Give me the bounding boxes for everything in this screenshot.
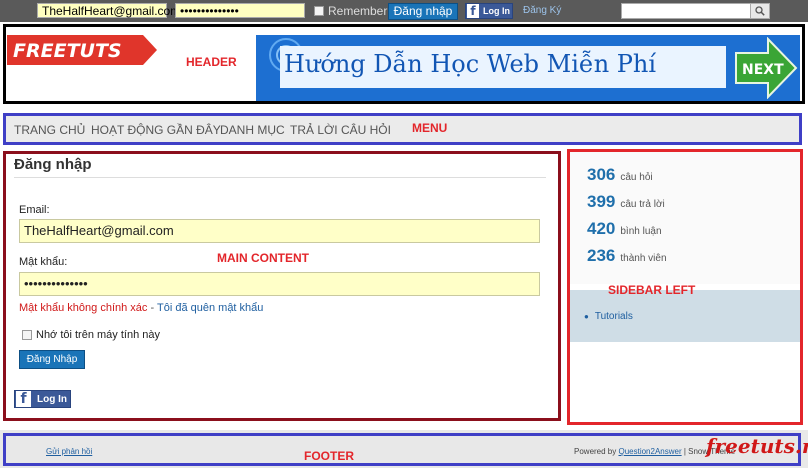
password-field[interactable]: ••••••••••••••	[19, 272, 540, 296]
header-annotation: HEADER	[186, 55, 237, 69]
stat-answers: 399 câu trả lời	[587, 192, 665, 212]
logo-text: FREETUTS	[13, 40, 122, 62]
next-arrow-icon[interactable]: NEXT	[734, 36, 798, 100]
stat-number: 236	[587, 246, 616, 265]
email-field[interactable]: TheHalfHeart@gmail.com	[19, 219, 540, 243]
q2a-link[interactable]: Question2Answer	[618, 447, 681, 456]
sidebar-annotation: SIDEBAR LEFT	[608, 283, 696, 297]
menu-annotation: MENU	[412, 121, 448, 135]
bullet-icon: ●	[584, 312, 589, 321]
topbar-facebook-login-button[interactable]: f Log In	[465, 3, 513, 19]
error-separator: -	[147, 302, 157, 314]
topbar-remember-checkbox[interactable]: Remember	[314, 4, 387, 18]
feedback-link[interactable]: Gửi phản hồi	[46, 447, 92, 456]
powered-prefix: Powered by	[574, 447, 619, 456]
stat-label: câu hỏi	[620, 172, 653, 183]
topbar-register-link[interactable]: Đăng Ký	[523, 5, 561, 16]
next-label: NEXT	[742, 62, 784, 78]
login-submit-button[interactable]: Đăng Nhập	[19, 350, 85, 369]
footer-annotation: FOOTER	[304, 449, 354, 463]
stat-label: bình luận	[620, 226, 662, 237]
search-input[interactable]	[621, 3, 751, 19]
topbar-email-input[interactable]: TheHalfHeart@gmail.com	[37, 3, 180, 18]
page-title: Đăng nhập	[14, 156, 92, 173]
category-item-tutorials[interactable]: ● Tutorials	[584, 311, 633, 322]
checkbox-icon[interactable]	[314, 6, 324, 16]
menu-item-home[interactable]: TRANG CHỦ	[14, 123, 85, 137]
facebook-icon: f	[16, 391, 31, 407]
menu-item-recent-activity[interactable]: HOẠT ĐỘNG GẦN ĐÂY	[91, 123, 221, 137]
remember-me-label: Nhớ tôi trên máy tính này	[36, 329, 160, 341]
stat-label: thành viên	[620, 253, 667, 264]
logo-graphic: FREETUTS	[7, 35, 157, 65]
category-link[interactable]: Tutorials	[595, 311, 633, 322]
stat-members: 236 thành viên	[587, 246, 667, 266]
stat-number: 420	[587, 219, 616, 238]
topbar-login-button[interactable]: Đăng nhập	[388, 3, 458, 20]
fb-login-label: Log In	[37, 393, 67, 405]
stat-number: 306	[587, 165, 616, 184]
main-content-annotation: MAIN CONTENT	[217, 251, 309, 265]
site-logo[interactable]: FREETUTS	[7, 35, 157, 65]
facebook-login-button[interactable]: f Log In	[14, 390, 71, 408]
facebook-icon: f	[467, 4, 479, 18]
forgot-password-link[interactable]: Tôi đã quên mật khẩu	[157, 302, 263, 314]
error-text: Mật khẩu không chính xác	[19, 302, 148, 314]
login-error-message: Mật khẩu không chính xác - Tôi đã quên m…	[19, 302, 263, 314]
topbar-fb-label: Log In	[483, 6, 510, 16]
title-divider	[14, 177, 546, 178]
stat-label: câu trả lời	[620, 199, 665, 210]
remember-me-checkbox[interactable]: Nhớ tôi trên máy tính này	[22, 329, 160, 341]
menu-item-categories[interactable]: DANH MỤC	[220, 123, 285, 137]
watermark: freetuts.net	[706, 434, 808, 458]
stat-questions: 306 câu hỏi	[587, 165, 653, 185]
banner-headline: Hướng Dẫn Học Web Miễn Phí	[284, 50, 657, 78]
email-label: Email:	[19, 204, 50, 216]
search-button[interactable]	[750, 3, 770, 19]
topbar-remember-label: Remember	[328, 4, 388, 18]
menu-item-answer-questions[interactable]: TRẢ LỜI CÂU HỎI	[290, 123, 391, 137]
search-icon	[755, 6, 765, 16]
stat-comments: 420 bình luận	[587, 219, 662, 239]
stat-number: 399	[587, 192, 616, 211]
checkbox-icon[interactable]	[22, 330, 32, 340]
password-label: Mật khẩu:	[19, 256, 68, 268]
topbar-password-input[interactable]: ••••••••••••••	[175, 3, 305, 18]
